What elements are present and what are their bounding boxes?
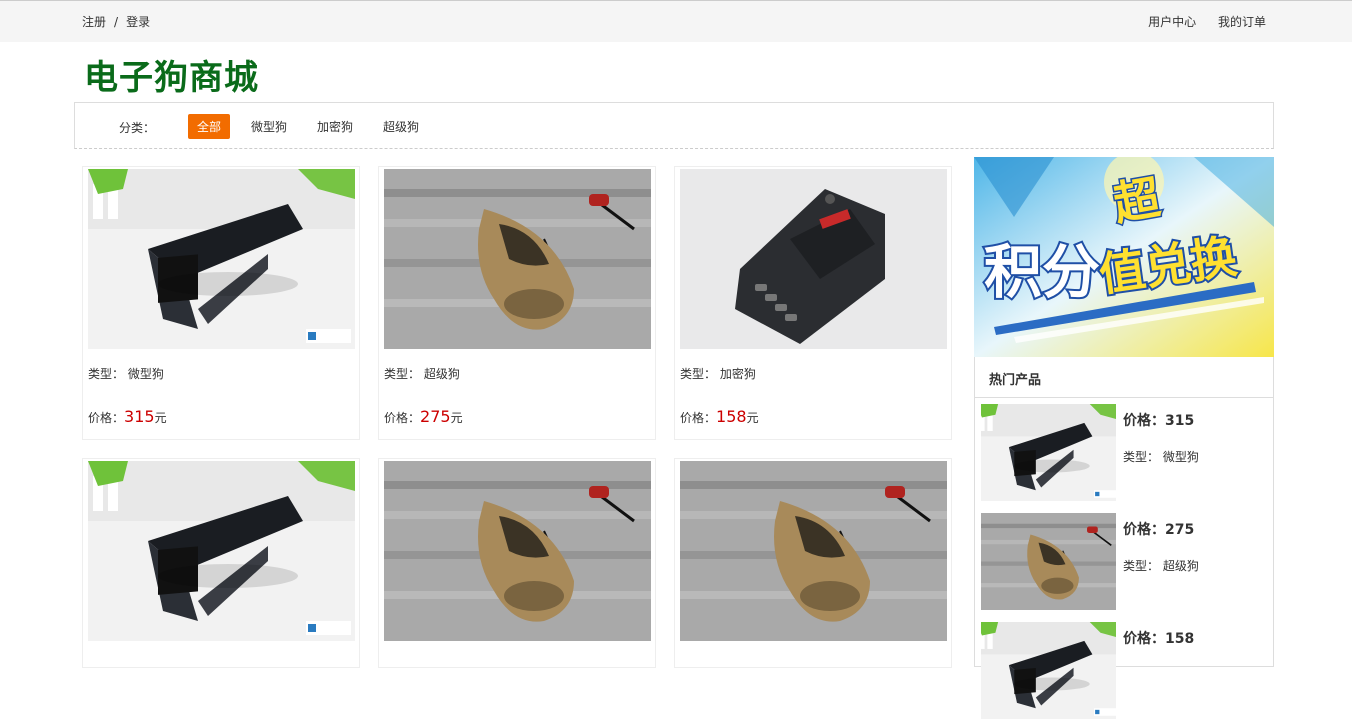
category-super[interactable]: 超级狗 xyxy=(374,114,428,139)
hot-products-title: 热门产品 xyxy=(989,373,1042,388)
product-card[interactable]: 类型： 超级狗 价格：275元 xyxy=(378,166,656,440)
product-type: 类型： 超级狗 xyxy=(384,367,460,381)
hot-product-type: 类型： 超级狗 xyxy=(1123,559,1199,573)
hot-product-item[interactable]: 价格：315 类型： 微型狗 xyxy=(981,404,1271,504)
banner-text-1: 积分 xyxy=(984,238,1100,306)
product-card[interactable]: 类型： 加密狗 价格：158元 xyxy=(674,166,952,440)
category-label: 分类： xyxy=(119,121,156,135)
category-encrypted[interactable]: 加密狗 xyxy=(308,114,362,139)
product-image[interactable] xyxy=(384,169,651,349)
hot-product-type: 类型： 微型狗 xyxy=(1123,450,1199,464)
auth-separator: / xyxy=(114,15,119,29)
product-image[interactable] xyxy=(88,461,355,641)
product-image[interactable] xyxy=(680,461,947,641)
product-card[interactable]: 类型： 微型狗 价格：315元 xyxy=(82,166,360,440)
product-type: 类型： 微型狗 xyxy=(88,367,164,381)
category-list: 全部 微型狗 加密狗 超级狗 xyxy=(188,114,440,139)
auth-links: 注册 / 登录 xyxy=(82,13,150,30)
product-price: 价格：315元 xyxy=(88,407,167,426)
product-type: 类型： 加密狗 xyxy=(680,367,756,381)
product-price: 价格：158元 xyxy=(680,407,759,426)
hot-product-image[interactable] xyxy=(981,513,1116,610)
category-bar: 分类： 全部 微型狗 加密狗 超级狗 xyxy=(74,102,1274,149)
category-all[interactable]: 全部 xyxy=(188,114,231,139)
hot-products-panel: 热门产品 价格：315 类型： 微型狗 价格：275 类型： 超级狗 价格：15… xyxy=(974,357,1274,667)
my-orders-link[interactable]: 我的订单 xyxy=(1218,15,1266,29)
site-logo[interactable]: 电子狗商城 xyxy=(84,50,259,99)
points-exchange-banner[interactable]: 积分 超 值兑换 xyxy=(974,157,1274,357)
hot-product-item[interactable]: 价格：275 类型： 超级狗 xyxy=(981,513,1271,613)
hot-product-price: 价格：275 xyxy=(1123,522,1195,538)
hot-product-image[interactable] xyxy=(981,622,1116,719)
top-bar: 注册 / 登录 用户中心 我的订单 xyxy=(0,0,1352,42)
product-card[interactable] xyxy=(82,458,360,668)
login-link[interactable]: 登录 xyxy=(126,15,150,29)
product-price: 价格：275元 xyxy=(384,407,463,426)
user-links: 用户中心 我的订单 xyxy=(1130,13,1266,30)
register-link[interactable]: 注册 xyxy=(82,15,106,29)
hot-product-price: 价格：315 xyxy=(1123,413,1195,429)
product-image[interactable] xyxy=(384,461,651,641)
product-image[interactable] xyxy=(680,169,947,349)
hot-products-divider xyxy=(975,397,1273,398)
product-card[interactable] xyxy=(674,458,952,668)
product-card[interactable] xyxy=(378,458,656,668)
hot-product-item[interactable]: 价格：158 xyxy=(981,622,1271,722)
hot-product-price: 价格：158 xyxy=(1123,631,1195,647)
hot-product-image[interactable] xyxy=(981,404,1116,501)
category-micro[interactable]: 微型狗 xyxy=(242,114,296,139)
product-image[interactable] xyxy=(88,169,355,349)
user-center-link[interactable]: 用户中心 xyxy=(1148,15,1196,29)
